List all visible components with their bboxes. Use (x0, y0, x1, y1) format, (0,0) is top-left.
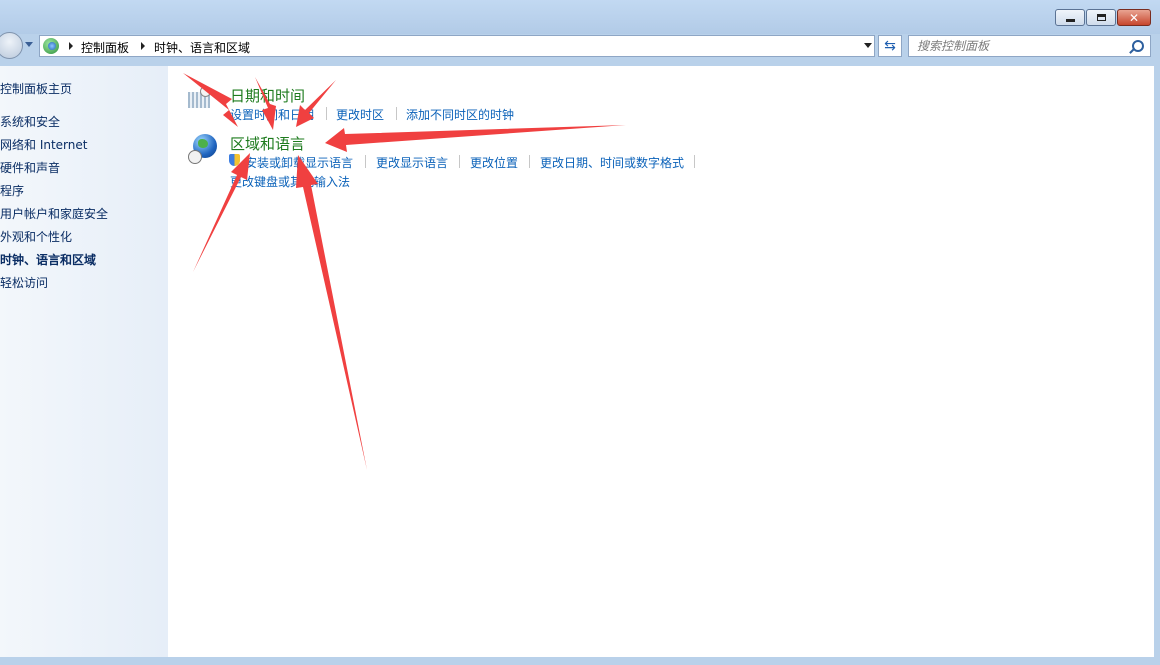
set-time-date-link[interactable]: 设置时间和日期 (230, 106, 314, 123)
change-date-time-number-format-link[interactable]: 更改日期、时间或数字格式 (540, 154, 684, 171)
link-divider (459, 155, 460, 168)
globe-clock-icon[interactable] (188, 134, 218, 166)
link-divider (326, 107, 327, 120)
link-divider (365, 155, 366, 168)
close-button[interactable]: ✕ (1117, 9, 1151, 26)
sidebar-item-clock-language-region: 时钟、语言和区域 (0, 253, 97, 267)
sidebar-item-system-security[interactable]: 系统和安全 (0, 113, 60, 130)
add-clocks-link[interactable]: 添加不同时区的时钟 (406, 106, 514, 123)
recent-pages-dropdown-icon[interactable] (25, 42, 33, 47)
minimize-button[interactable] (1055, 9, 1085, 26)
navigation-bar: 控制面板 时钟、语言和区域 ⇆ (0, 32, 1160, 59)
breadcrumb-arrow-icon[interactable] (141, 42, 145, 50)
close-icon: ✕ (1128, 10, 1140, 25)
sidebar-item-network-internet[interactable]: 网络和 Internet (0, 136, 87, 153)
window-controls: ✕ (1055, 9, 1151, 26)
address-dropdown-icon[interactable] (864, 43, 872, 48)
change-display-language-link[interactable]: 更改显示语言 (376, 154, 448, 171)
change-keyboard-input-link[interactable]: 更改键盘或其他输入法 (230, 173, 350, 190)
sidebar-item-hardware-sound[interactable]: 硬件和声音 (0, 159, 60, 176)
window-frame-right (1154, 66, 1160, 657)
breadcrumb-arrow-icon[interactable] (69, 42, 73, 50)
install-uninstall-language-link[interactable]: 安装或卸载显示语言 (245, 154, 353, 171)
breadcrumb-clock-language-region[interactable]: 时钟、语言和区域 (154, 39, 250, 56)
refresh-icon: ⇆ (884, 38, 896, 54)
address-bar[interactable]: 控制面板 时钟、语言和区域 (39, 35, 875, 57)
region-language-title[interactable]: 区域和语言 (230, 133, 305, 154)
link-divider (529, 155, 530, 168)
refresh-button[interactable]: ⇆ (878, 35, 902, 57)
minimize-icon (1065, 18, 1075, 22)
search-input[interactable] (917, 38, 1127, 54)
maximize-button[interactable] (1086, 9, 1116, 26)
search-box[interactable] (908, 35, 1151, 57)
sidebar-item-programs[interactable]: 程序 (0, 182, 24, 199)
window-frame-bottom (0, 657, 1160, 665)
sidebar-item-appearance[interactable]: 外观和个性化 (0, 228, 72, 245)
date-time-title[interactable]: 日期和时间 (230, 85, 305, 106)
maximize-icon (1096, 14, 1106, 21)
link-divider (396, 107, 397, 120)
sidebar-item-home[interactable]: 控制面板主页 (0, 80, 72, 97)
control-panel-icon (43, 38, 59, 54)
calendar-clock-icon[interactable] (188, 86, 211, 108)
sidebar-item-ease-of-access[interactable]: 轻松访问 (0, 274, 48, 291)
uac-shield-icon (229, 154, 240, 166)
window-titlebar: ✕ (0, 0, 1160, 34)
sidebar-item-user-accounts[interactable]: 用户帐户和家庭安全 (0, 205, 108, 222)
link-divider (694, 155, 695, 168)
breadcrumb-control-panel[interactable]: 控制面板 (81, 39, 129, 56)
main-content: 日期和时间 设置时间和日期 更改时区 添加不同时区的时钟 区域和语言 安装或卸载… (168, 66, 1154, 657)
change-timezone-link[interactable]: 更改时区 (336, 106, 384, 123)
sidebar: 控制面板主页 系统和安全 网络和 Internet 硬件和声音 程序 用户帐户和… (0, 66, 168, 657)
back-button[interactable] (0, 32, 23, 59)
change-location-link[interactable]: 更改位置 (470, 154, 518, 171)
search-icon[interactable] (1132, 40, 1144, 52)
